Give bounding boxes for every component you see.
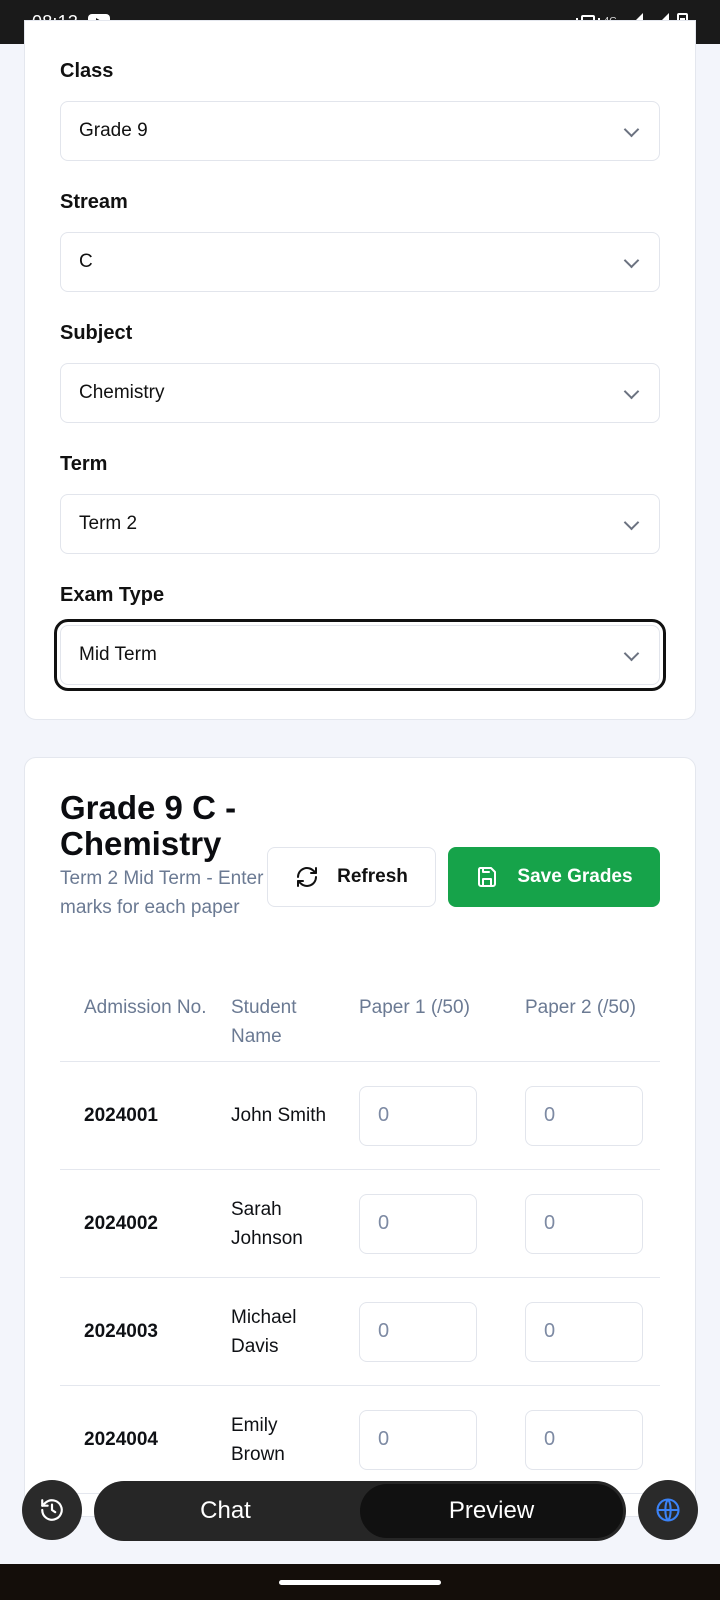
exam-type-select[interactable]: Mid Term [54,619,666,691]
save-grades-label: Save Grades [517,866,633,887]
refresh-label: Refresh [337,866,408,887]
paper1-input[interactable]: 0 [359,1409,477,1470]
student-name: John Smith [207,1061,335,1170]
table-header-row: Admission No. Student Name Paper 1 (/50)… [60,983,660,1062]
save-icon [478,867,497,887]
paper1-input[interactable]: 0 [359,1085,477,1146]
refresh-button[interactable]: Refresh [267,847,436,907]
admission-no: 2024001 [60,1061,207,1170]
chevron-down-icon [623,121,640,138]
table-row: 2024002 Sarah Johnson 0 0 [60,1169,660,1278]
admission-no: 2024004 [60,1385,207,1494]
globe-icon [656,1498,680,1522]
admission-no: 2024002 [60,1169,207,1278]
chevron-down-icon [623,645,640,662]
class-select[interactable]: Grade 9 [60,101,660,161]
stream-label: Stream [60,191,128,213]
term-select[interactable]: Term 2 [60,494,660,554]
paper2-input[interactable]: 0 [525,1085,643,1146]
paper2-input[interactable]: 0 [525,1301,643,1362]
home-handle[interactable] [279,1580,441,1585]
column-header-paper2: Paper 2 (/50) [501,983,660,1062]
chat-tab[interactable]: Chat [94,1481,357,1541]
stream-select[interactable]: C [60,232,660,292]
history-button[interactable] [22,1480,82,1540]
term-label: Term [60,453,108,475]
marks-table: Admission No. Student Name Paper 1 (/50)… [60,983,660,1494]
grades-title: Grade 9 C - Chemistry [60,789,237,862]
student-name: Sarah Johnson [207,1169,335,1278]
exam-type-label: Exam Type [60,584,165,606]
paper2-input[interactable]: 0 [525,1409,643,1470]
language-button[interactable] [638,1480,698,1540]
refresh-icon [297,867,318,887]
table-row: 2024004 Emily Brown 0 0 [60,1385,660,1494]
table-row: 2024001 John Smith 0 0 [60,1061,660,1170]
chevron-down-icon [623,252,640,269]
class-value: Grade 9 [79,120,148,141]
subject-value: Chemistry [79,382,165,403]
system-nav-bar [0,1564,720,1600]
student-name: Michael Davis [207,1277,335,1386]
student-name: Emily Brown [207,1385,335,1494]
subject-label: Subject [60,322,133,344]
preview-tab[interactable]: Preview [360,1484,623,1538]
table-row: 2024003 Michael Davis 0 0 [60,1277,660,1386]
chat-preview-toggle: Chat Preview [94,1481,626,1541]
column-header-admission: Admission No. [60,983,207,1062]
save-grades-button[interactable]: Save Grades [448,847,660,907]
exam-type-value: Mid Term [79,644,157,665]
column-header-paper1: Paper 1 (/50) [335,983,501,1062]
history-icon [41,1499,63,1521]
stream-value: C [79,251,93,272]
paper1-input[interactable]: 0 [359,1193,477,1254]
chevron-down-icon [623,514,640,531]
term-value: Term 2 [79,513,138,534]
chevron-down-icon [623,383,640,400]
admission-no: 2024003 [60,1277,207,1386]
paper1-input[interactable]: 0 [359,1301,477,1362]
column-header-name: Student Name [207,983,335,1062]
grades-subtitle: Term 2 Mid Term - Enter marks for each p… [60,868,264,918]
subject-select[interactable]: Chemistry [60,363,660,423]
class-label: Class [60,60,114,82]
paper2-input[interactable]: 0 [525,1193,643,1254]
